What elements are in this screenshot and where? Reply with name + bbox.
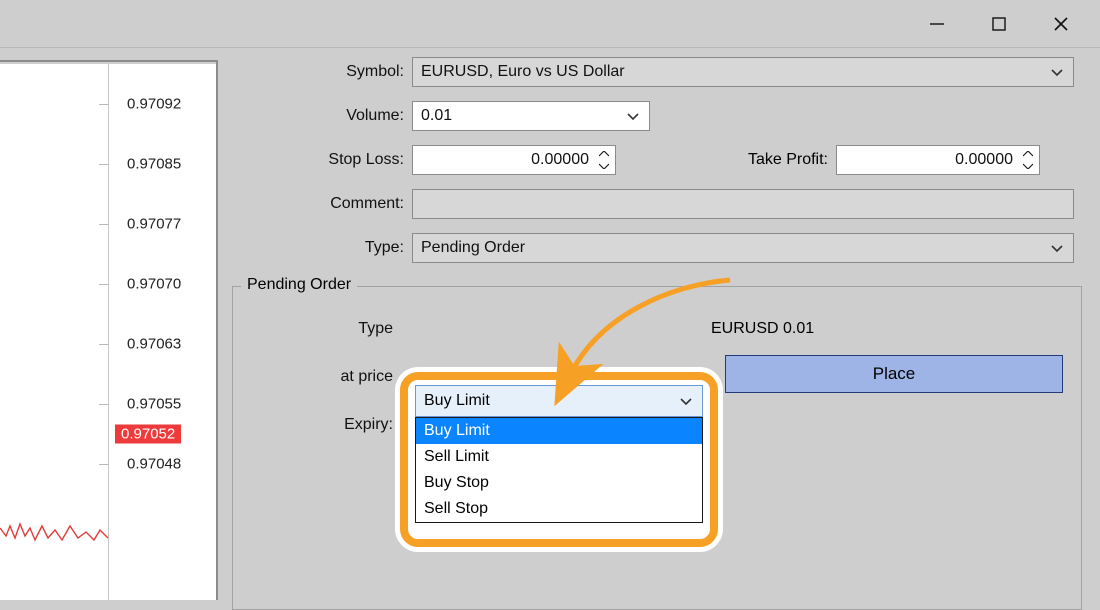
current-price-badge: 0.97052 — [115, 425, 181, 444]
chart-price-line — [0, 516, 110, 566]
place-button[interactable]: Place — [725, 355, 1063, 393]
price-tick-label: 0.97092 — [127, 96, 181, 113]
price-tick-label: 0.97055 — [127, 396, 181, 413]
symbol-value: EURUSD, Euro vs US Dollar — [421, 63, 625, 81]
order-type-value: Pending Order — [421, 239, 525, 257]
pending-type-option[interactable]: Sell Limit — [416, 444, 702, 470]
stoploss-label: Stop Loss: — [232, 151, 412, 169]
takeprofit-label: Take Profit: — [666, 151, 836, 169]
pending-type-option[interactable]: Buy Limit — [416, 418, 702, 444]
chevron-down-icon — [1049, 64, 1065, 80]
price-tick-label: 0.97048 — [127, 456, 181, 473]
place-button-label: Place — [873, 364, 916, 384]
pending-type-option[interactable]: Buy Stop — [416, 470, 702, 496]
at-price-label: at price — [233, 368, 401, 386]
pending-type-selected: Buy Limit — [424, 392, 490, 410]
price-tick-label: 0.97070 — [127, 276, 181, 293]
price-tick — [99, 344, 109, 345]
stoploss-step-down[interactable] — [595, 160, 613, 172]
price-tick — [99, 224, 109, 225]
order-type-select[interactable]: Pending Order — [412, 233, 1074, 263]
stoploss-step-up[interactable] — [595, 148, 613, 160]
pending-type-option[interactable]: Sell Stop — [416, 496, 702, 522]
price-tick-label: 0.97085 — [127, 156, 181, 173]
window-close-button[interactable] — [1030, 0, 1092, 48]
price-tick — [99, 284, 109, 285]
chart-panel: 0.97092 0.97085 0.97077 0.97070 0.97063 0.970… — [0, 60, 218, 600]
price-tick — [99, 404, 109, 405]
stoploss-input[interactable]: 0.00000 — [412, 145, 616, 175]
price-tick — [99, 104, 109, 105]
price-scale: 0.97092 0.97085 0.97077 0.97070 0.97063 0.970… — [108, 64, 216, 600]
expiry-label: Expiry: — [233, 416, 401, 434]
symbol-label: Symbol: — [232, 63, 412, 81]
comment-label: Comment: — [232, 195, 412, 213]
takeprofit-value: 0.00000 — [955, 151, 1013, 169]
window-titlebar — [0, 0, 1100, 48]
pending-order-group-title: Pending Order — [241, 276, 357, 294]
volume-label: Volume: — [232, 107, 412, 125]
price-tick — [99, 464, 109, 465]
window-maximize-button[interactable] — [968, 0, 1030, 48]
volume-value: 0.01 — [421, 107, 452, 125]
price-tick — [99, 164, 109, 165]
symbol-select[interactable]: EURUSD, Euro vs US Dollar — [412, 57, 1074, 87]
chevron-down-icon — [1049, 240, 1065, 256]
order-type-label: Type: — [232, 239, 412, 257]
volume-select[interactable]: 0.01 — [412, 101, 650, 131]
takeprofit-input[interactable]: 0.00000 — [836, 145, 1040, 175]
comment-input[interactable] — [412, 189, 1074, 219]
pending-type-dropdown-open: Buy Limit Buy LimitSell LimitBuy StopSel… — [415, 385, 703, 523]
takeprofit-step-down[interactable] — [1019, 160, 1037, 172]
pending-type-label: Type — [233, 320, 401, 338]
stoploss-value: 0.00000 — [531, 151, 589, 169]
price-tick-label: 0.97063 — [127, 336, 181, 353]
window-minimize-button[interactable] — [906, 0, 968, 48]
chevron-down-icon — [678, 393, 694, 409]
price-tick-label: 0.97077 — [127, 216, 181, 233]
chevron-down-icon — [625, 108, 641, 124]
pending-type-dropdown-header[interactable]: Buy Limit — [415, 385, 703, 417]
takeprofit-step-up[interactable] — [1019, 148, 1037, 160]
pending-order-info: EURUSD 0.01 — [711, 320, 814, 338]
